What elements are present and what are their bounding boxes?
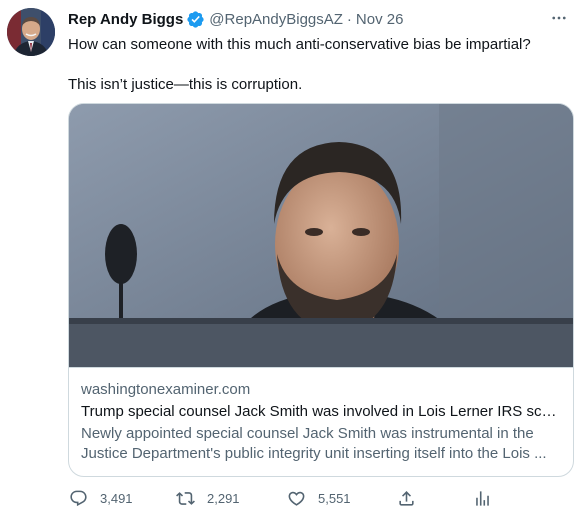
retweet-count: 2,291 <box>207 490 240 506</box>
tweet-text-line: How can someone with this much anti-cons… <box>68 36 531 53</box>
tweet-text: How can someone with this much anti-cons… <box>68 35 573 95</box>
verified-badge-icon <box>186 10 205 29</box>
card-meta: washingtonexaminer.com Trump special cou… <box>81 380 561 464</box>
reply-button[interactable]: 3,491 <box>68 487 133 509</box>
action-bar: 3,491 2,291 5,551 <box>68 487 492 509</box>
avatar-photo <box>7 8 55 56</box>
tweet-text-line: This isn’t justice—this is corruption. <box>68 76 303 93</box>
reply-count: 3,491 <box>100 490 133 506</box>
share-button[interactable] <box>396 487 416 509</box>
card-description: Newly appointed special counsel Jack Smi… <box>81 424 561 464</box>
like-count: 5,551 <box>318 490 351 506</box>
analytics-icon <box>472 488 492 508</box>
author-handle[interactable]: @RepAndyBiggsAZ <box>209 11 343 28</box>
link-card[interactable]: washingtonexaminer.com Trump special cou… <box>68 103 574 477</box>
tweet[interactable]: Rep Andy Biggs @RepAndyBiggsAZ · Nov 26 … <box>0 0 584 522</box>
retweet-button[interactable]: 2,291 <box>175 487 240 509</box>
card-image <box>69 104 573 368</box>
card-title: Trump special counsel Jack Smith was inv… <box>81 403 561 420</box>
tweet-date[interactable]: Nov 26 <box>356 11 404 28</box>
heart-icon <box>286 488 306 508</box>
analytics-button[interactable] <box>472 487 492 509</box>
header-separator: · <box>346 10 352 28</box>
like-button[interactable]: 5,551 <box>286 487 351 509</box>
reply-icon <box>68 488 88 508</box>
card-domain: washingtonexaminer.com <box>81 381 251 398</box>
card-description-line: Justice Department's public integrity un… <box>81 445 547 462</box>
share-icon <box>396 488 416 508</box>
author-display-name[interactable]: Rep Andy Biggs <box>68 11 183 28</box>
retweet-icon <box>175 488 195 508</box>
card-description-line: Newly appointed special counsel Jack Smi… <box>81 425 534 442</box>
tweet-header: Rep Andy Biggs @RepAndyBiggsAZ · Nov 26 <box>68 9 570 29</box>
avatar[interactable] <box>7 8 55 56</box>
more-options-icon[interactable] <box>548 7 570 29</box>
